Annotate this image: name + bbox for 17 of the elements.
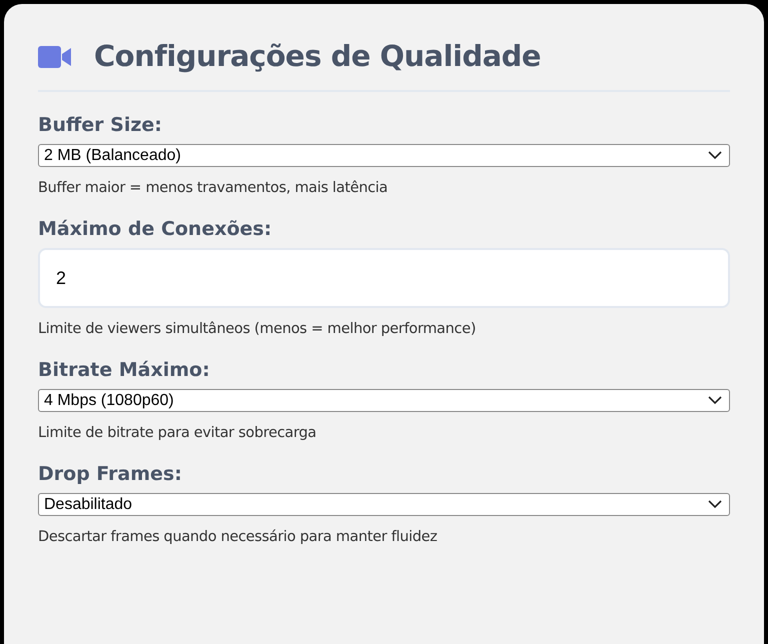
input-field[interactable]: 2	[38, 248, 730, 308]
field-label: Máximo de Conexões:	[38, 218, 273, 240]
chevron-down-icon	[708, 151, 722, 160]
dropdown[interactable]: 2 MB (Balanceado)	[38, 144, 730, 167]
video-camera-icon	[38, 46, 72, 68]
field-label: Buffer Size:	[38, 114, 164, 136]
panel-title: Configurações de Qualidade	[94, 39, 541, 73]
help-text: Limite de bitrate para evitar sobrecarga	[38, 425, 318, 441]
help-text: Descartar frames quando necessário para manter fluidez	[38, 529, 438, 545]
field-label: Bitrate Máximo:	[38, 359, 211, 381]
chevron-down-icon	[708, 500, 722, 509]
help-text: Limite de viewers simultâneos (menos = melhor performance)	[38, 321, 477, 337]
help-text: Buffer maior = menos travamentos, mais latência	[38, 180, 389, 196]
dropdown[interactable]: Desabilitado	[38, 493, 730, 516]
field-label: Drop Frames:	[38, 463, 183, 485]
dropdown[interactable]: 4 Mbps (1080p60)	[38, 389, 730, 412]
chevron-down-icon	[708, 396, 722, 405]
